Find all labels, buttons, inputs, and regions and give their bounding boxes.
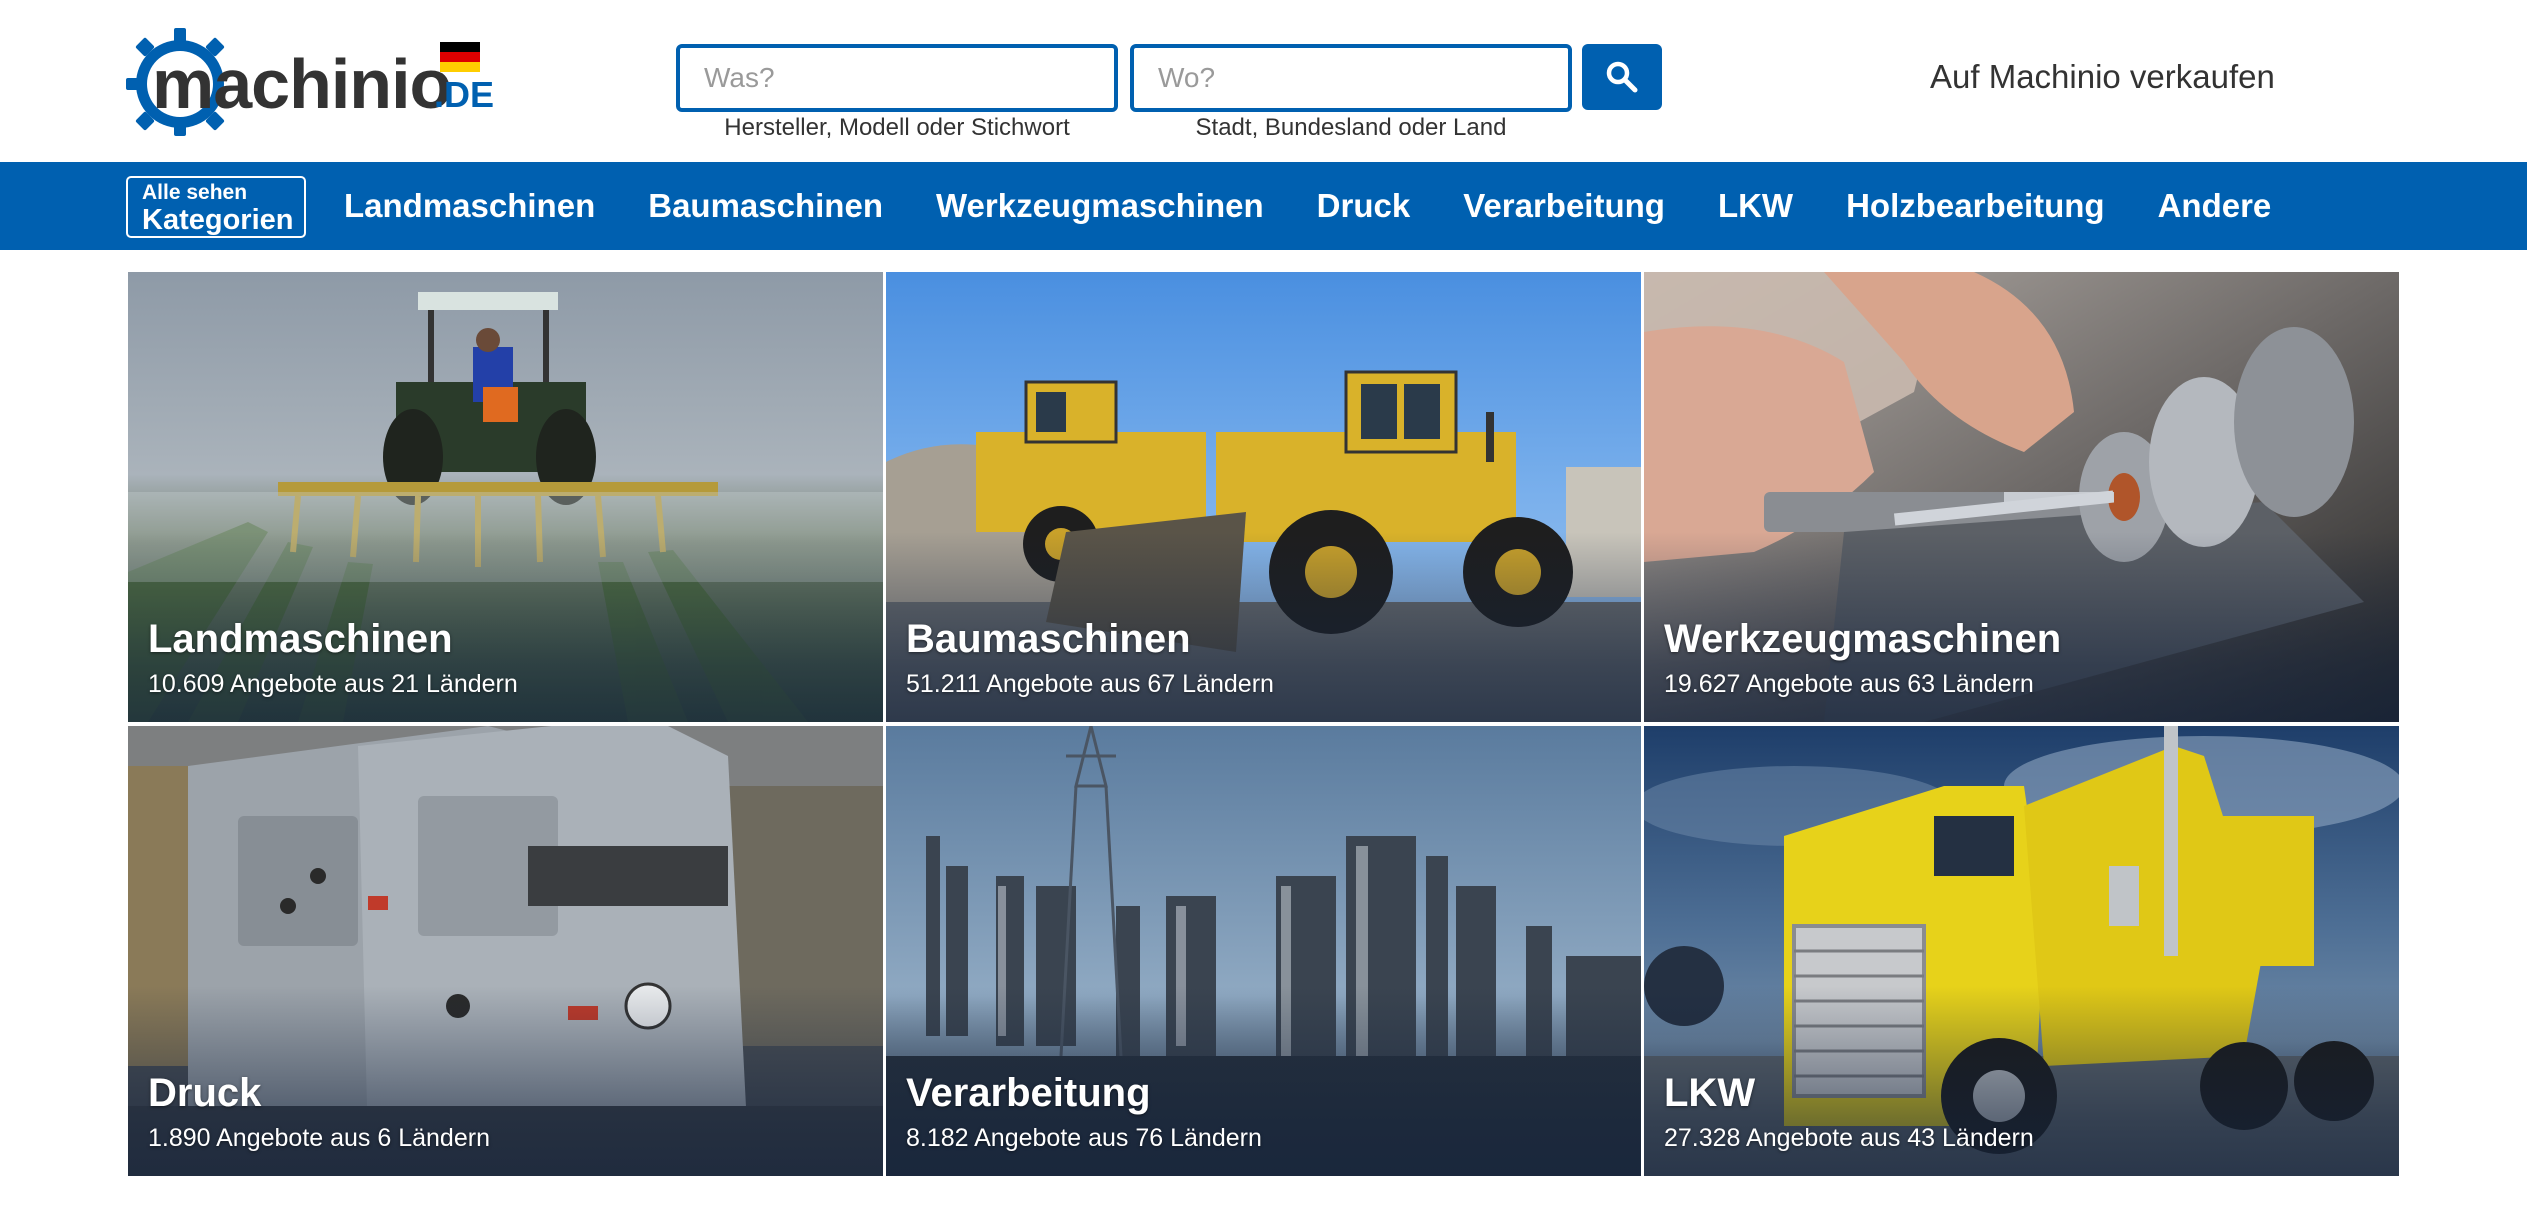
nav-item-verarbeitung[interactable]: Verarbeitung: [1463, 187, 1665, 225]
all-categories-button[interactable]: Alle sehen Kategorien: [126, 176, 306, 238]
tile-title: Druck: [148, 1071, 262, 1115]
nav-items: Landmaschinen Baumaschinen Werkzeugmasch…: [344, 162, 2324, 250]
category-tile-baumaschinen[interactable]: Baumaschinen 51.211 Angebote aus 67 Länd…: [886, 272, 1641, 722]
tile-title: LKW: [1664, 1071, 1756, 1115]
german-flag-icon: [440, 42, 480, 72]
category-tile-landmaschinen[interactable]: Landmaschinen 10.609 Angebote aus 21 Län…: [128, 272, 883, 722]
category-tile-lkw[interactable]: LKW 27.328 Angebote aus 43 Ländern: [1644, 726, 2399, 1176]
tile-subtitle: 51.211 Angebote aus 67 Ländern: [906, 670, 1274, 698]
nav-item-andere[interactable]: Andere: [2158, 187, 2272, 225]
nav-item-landmaschinen[interactable]: Landmaschinen: [344, 187, 595, 225]
tile-subtitle: 19.627 Angebote aus 63 Ländern: [1664, 670, 2034, 698]
logo-tld: .DE: [434, 74, 495, 115]
search-where-input[interactable]: [1134, 48, 1568, 108]
nav-item-holzbearbeitung[interactable]: Holzbearbeitung: [1846, 187, 2105, 225]
search-icon: [1606, 61, 1638, 93]
category-tile-verarbeitung[interactable]: Verarbeitung 8.182 Angebote aus 76 Lände…: [886, 726, 1641, 1176]
tile-title: Baumaschinen: [906, 617, 1191, 661]
tile-title: Verarbeitung: [906, 1071, 1151, 1115]
machinio-logo[interactable]: machinio .DE: [122, 22, 502, 137]
tile-title: Landmaschinen: [148, 617, 453, 661]
nav-item-druck[interactable]: Druck: [1317, 187, 1411, 225]
search-what-field[interactable]: [676, 44, 1118, 112]
search-button[interactable]: [1582, 44, 1662, 110]
nav-item-lkw[interactable]: LKW: [1718, 187, 1793, 225]
category-tile-werkzeugmaschinen[interactable]: Werkzeugmaschinen 19.627 Angebote aus 63…: [1644, 272, 2399, 722]
nav-item-baumaschinen[interactable]: Baumaschinen: [648, 187, 883, 225]
category-nav: Alle sehen Kategorien Landmaschinen Baum…: [0, 162, 2527, 250]
tile-subtitle: 27.328 Angebote aus 43 Ländern: [1664, 1124, 2034, 1152]
site-header: machinio .DE Hersteller, Modell oder Sti…: [0, 0, 2527, 162]
category-grid: Landmaschinen 10.609 Angebote aus 21 Län…: [128, 272, 2400, 1176]
tile-subtitle: 1.890 Angebote aus 6 Ländern: [148, 1124, 490, 1152]
search-what-input[interactable]: [680, 48, 1114, 108]
tile-subtitle: 8.182 Angebote aus 76 Ländern: [906, 1124, 1262, 1152]
search-where-field[interactable]: [1130, 44, 1572, 112]
tile-title: Werkzeugmaschinen: [1664, 617, 2062, 661]
category-tile-druck[interactable]: Druck 1.890 Angebote aus 6 Ländern: [128, 726, 883, 1176]
nav-item-werkzeugmaschinen[interactable]: Werkzeugmaschinen: [936, 187, 1264, 225]
logo-wordmark: machinio: [152, 45, 452, 123]
search-what-hint: Hersteller, Modell oder Stichwort: [724, 114, 1070, 141]
all-categories-label-big: Kategorien: [142, 204, 294, 236]
tile-subtitle: 10.609 Angebote aus 21 Ländern: [148, 670, 518, 698]
search-where-hint: Stadt, Bundesland oder Land: [1195, 114, 1507, 141]
all-categories-label-small: Alle sehen: [142, 181, 248, 204]
sell-on-machinio-link[interactable]: Auf Machinio verkaufen: [1930, 58, 2275, 96]
